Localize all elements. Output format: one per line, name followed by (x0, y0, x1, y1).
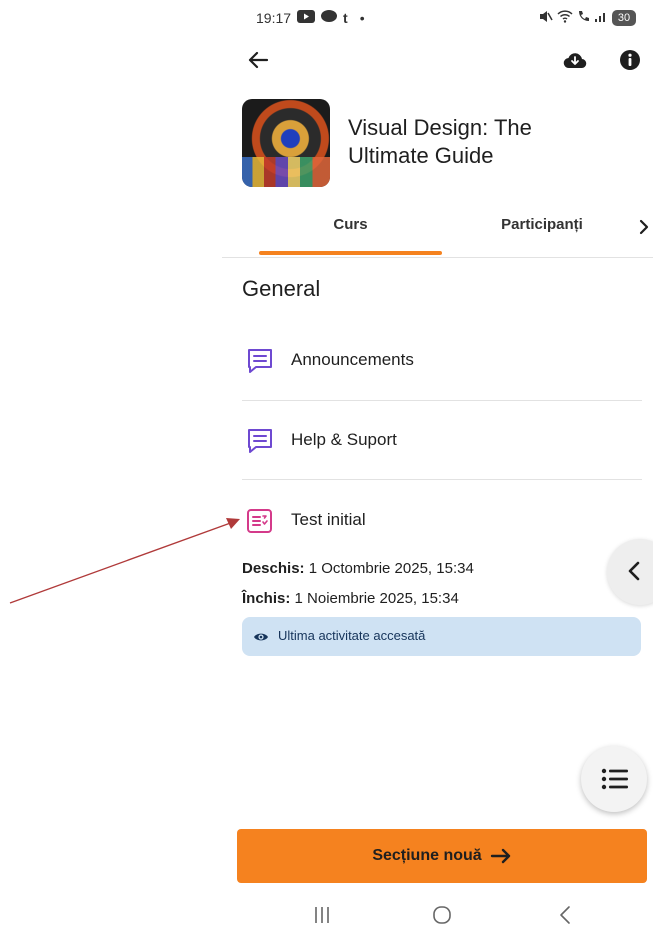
mute-icon (539, 10, 553, 26)
recents-icon (315, 907, 329, 923)
cloud-download-icon (563, 53, 587, 69)
quiz-icon (247, 509, 272, 533)
back-button[interactable] (244, 46, 272, 74)
opened-label: Deschis: (242, 560, 305, 577)
status-time: 19:17 (256, 10, 292, 26)
quiz-closed-date: Închis: 1 Noiembrie 2025, 15:34 (242, 590, 459, 607)
divider (242, 479, 642, 480)
course-title: Visual Design: The Ultimate Guide (348, 115, 532, 168)
battery-indicator: 30 (612, 10, 636, 26)
opened-value: 1 Octombrie 2025, 15:34 (304, 560, 474, 577)
info-icon (620, 50, 640, 70)
notification-dot: • (359, 10, 365, 26)
section-title: General (242, 276, 321, 301)
status-left: 19:17 t • (256, 10, 365, 26)
home-icon (433, 906, 451, 924)
arrow-right-icon (490, 848, 510, 864)
closed-value: 1 Noiembrie 2025, 15:34 (290, 590, 459, 607)
course-image (242, 99, 330, 187)
forum-icon (248, 429, 272, 453)
back-chevron-icon (560, 906, 570, 924)
divider (242, 400, 642, 401)
list-icon (601, 768, 628, 790)
download-course-button[interactable] (561, 46, 589, 74)
tabs-next-button[interactable] (634, 215, 653, 239)
quiz-opened-date: Deschis: 1 Octombrie 2025, 15:34 (242, 560, 474, 577)
call-icon (577, 10, 590, 26)
system-home-button[interactable] (422, 904, 462, 927)
status-right: 30 (539, 10, 636, 26)
tab-curs[interactable]: Curs (259, 205, 442, 257)
arrow-left-icon (248, 51, 269, 69)
tab-participanti[interactable]: Participanți (472, 205, 612, 257)
chevron-right-icon (639, 219, 649, 235)
closed-label: Închis: (242, 590, 291, 607)
last-activity-text: Ultima activitate accesată (278, 628, 426, 643)
module-test-initial[interactable]: Test initial (242, 500, 642, 540)
course-tabs: Curs Participanți (222, 205, 653, 258)
signal-icon (594, 10, 608, 26)
open-blocks-drawer-button[interactable] (607, 539, 653, 605)
module-label: Test initial (291, 510, 366, 529)
active-tab-indicator (259, 251, 442, 255)
system-recents-button[interactable] (302, 904, 342, 927)
last-activity-badge: Ultima activitate accesată (242, 617, 641, 656)
next-section-button[interactable]: Secțiune nouă (237, 829, 647, 883)
notification-t: t (343, 10, 348, 26)
status-bar: 19:17 t • 30 (256, 10, 636, 30)
module-announcements[interactable]: Announcements (242, 340, 642, 380)
eye-icon (254, 633, 268, 641)
course-info-button[interactable] (616, 46, 644, 74)
module-label: Announcements (291, 350, 414, 369)
system-back-button[interactable] (546, 904, 586, 927)
next-section-label: Secțiune nouă (372, 847, 482, 864)
course-screen: 19:17 t • 30 Visual Design: The Ultimate… (0, 0, 653, 927)
course-image-paint-streaks (242, 157, 330, 187)
messages-icon (321, 10, 338, 26)
forum-icon (248, 349, 272, 373)
wifi-icon (557, 10, 573, 26)
module-label: Help & Suport (291, 430, 397, 449)
chevron-left-icon (628, 561, 640, 581)
module-help-suport[interactable]: Help & Suport (242, 420, 642, 460)
course-index-button[interactable] (581, 746, 647, 812)
youtube-icon (297, 10, 316, 26)
